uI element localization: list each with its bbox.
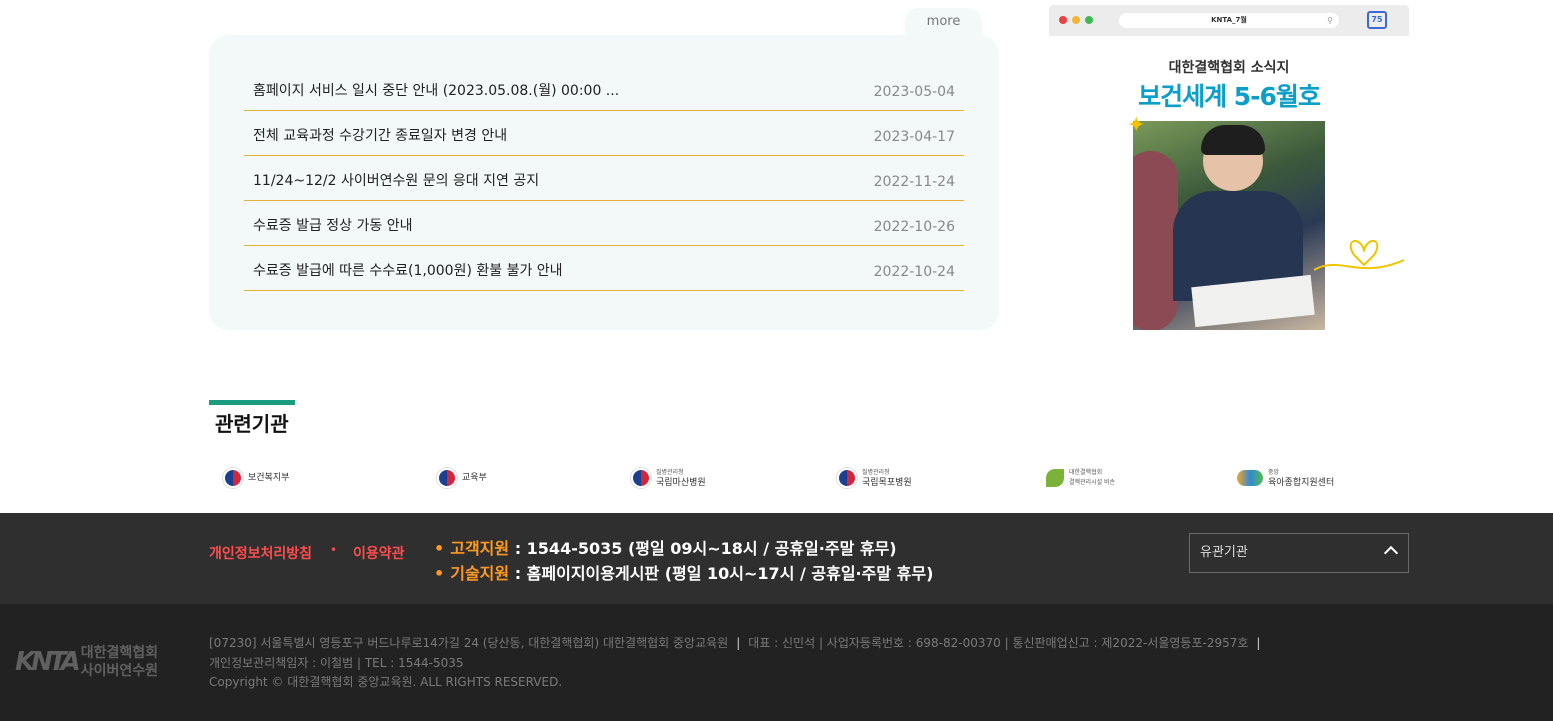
notice-title[interactable]: 전체 교육과정 수강기간 종료일자 변경 안내 [253, 125, 507, 145]
footer-copyright: Copyright © 대한결핵협회 중앙교육원. ALL RIGHTS RES… [209, 675, 563, 689]
footer-bottom: KNTA 대한결핵협회 사이버연수원 [07230] 서울특별시 영등포구 버드… [0, 604, 1553, 721]
org-name-block: 질병관리청 국립목포병원 [862, 468, 912, 488]
org-link-mohw[interactable]: 보건복지부 [223, 466, 289, 490]
footer-logo-text: 대한결핵협회 사이버연수원 [81, 644, 158, 680]
taegeuk-emblem-icon [437, 468, 457, 488]
browser-bar: KNTA_7월 ⚲ 75 [1049, 5, 1409, 36]
org-small: 중앙 [1268, 469, 1280, 476]
url-bar: KNTA_7월 ⚲ [1119, 13, 1339, 28]
related-select-label: 유관기관 [1200, 545, 1248, 560]
org-name: 국립목포병원 [862, 478, 912, 488]
search-icon: ⚲ [1327, 16, 1333, 25]
bullet: • [434, 564, 445, 583]
notice-date: 2023-04-17 [873, 129, 955, 145]
org-name: 국립마산병원 [656, 478, 706, 488]
privacy-policy-link[interactable]: 개인정보처리방침 [209, 543, 312, 563]
taegeuk-emblem-icon [223, 468, 243, 488]
footer-top: 개인정보처리방침 • 이용약관 • 고객지원 : 1544-5035 (평일 09… [0, 513, 1553, 604]
magazine-title: 보건세계 5-6월호 [1138, 82, 1321, 111]
customer-support-info: • 고객지원 : 1544-5035 (평일 09시~18시 / 공휴일·주말 휴… [434, 535, 897, 559]
footer-logo: KNTA 대한결핵협회 사이버연수원 [15, 644, 158, 680]
url-text: KNTA_7월 [1211, 16, 1247, 24]
notice-more-link[interactable]: more [905, 8, 982, 38]
notice-date: 2022-10-24 [873, 264, 955, 280]
footer-address: [07230] 서울특별시 영등포구 버드나루로14가길 24 (당산동, 대한… [209, 636, 729, 650]
logo-line1: 대한결핵협회 [80, 645, 159, 661]
footer-biz-info: 대표 : 신민석 | 사업자등록번호 : 698-82-00370 | 통신판매… [748, 636, 1249, 650]
org-link-moe[interactable]: 교육부 [437, 466, 487, 490]
magazine-banner[interactable]: KNTA_7월 ⚲ 75 대한결핵협회 소식지 보건세계 5-6월호 ✦ [1049, 5, 1409, 330]
notice-item[interactable]: 수료증 발급 정상 가동 안내 2022-10-26 [244, 201, 964, 246]
taegeuk-emblem-icon [837, 468, 857, 488]
window-dot-red-icon [1059, 16, 1067, 24]
org-small: 질병관리청 [862, 469, 890, 476]
childcare-emblem-icon [1237, 470, 1263, 486]
notice-title[interactable]: 수료증 발급에 따른 수수료(1,000원) 환불 불가 안내 [253, 260, 563, 280]
taegeuk-emblem-icon [631, 468, 651, 488]
sparkle-icon: ✦ [1127, 113, 1146, 138]
org-link-mokpo[interactable]: 질병관리청 국립목포병원 [837, 466, 912, 490]
section-accent-bar [209, 400, 295, 405]
org-link-bison[interactable]: 대한결핵협회 결핵관리시설 비손 [1046, 466, 1115, 490]
brand-logo-icon: 75 [1367, 11, 1387, 29]
notice-item[interactable]: 홈페이지 서비스 일시 중단 안내 (2023.05.08.(월) 00:00 … [244, 66, 964, 111]
notice-item[interactable]: 11/24~12/2 사이버연수원 문의 응대 지연 공지 2022-11-24 [244, 156, 964, 201]
magazine-cover-photo [1133, 121, 1325, 330]
support-text: : 1544-5035 (평일 09시~18시 / 공휴일·주말 휴무) [509, 539, 897, 558]
support-text: : 홈페이지이용게시판 (평일 10시~17시 / 공휴일·주말 휴무) [509, 564, 934, 583]
bullet: • [434, 539, 445, 558]
footer-info: [07230] 서울특별시 영등포구 버드나루로14가길 24 (당산동, 대한… [209, 634, 1268, 693]
footer-link-separator: • [330, 543, 338, 557]
support-label: 기술지원 [450, 564, 510, 583]
heart-doodle-icon [1313, 240, 1405, 271]
photo-figure-elder [1133, 151, 1178, 330]
org-link-masan[interactable]: 질병관리청 국립마산병원 [631, 466, 706, 490]
tech-support-info: • 기술지원 : 홈페이지이용게시판 (평일 10시~17시 / 공휴일·주말 휴… [434, 560, 933, 584]
org-link-childcare[interactable]: 중앙 육아종합지원센터 [1237, 466, 1334, 490]
leaf-emblem-icon [1046, 469, 1064, 487]
org-small: 대한결핵협회 [1069, 469, 1103, 476]
org-name-block: 질병관리청 국립마산병원 [656, 468, 706, 488]
footer-sep: | [1256, 636, 1261, 650]
support-label: 고객지원 [450, 539, 510, 558]
window-dot-yellow-icon [1072, 16, 1080, 24]
notice-title[interactable]: 수료증 발급 정상 가동 안내 [253, 215, 412, 235]
window-dot-green-icon [1085, 16, 1093, 24]
related-sites-select[interactable]: 유관기관 [1189, 533, 1409, 573]
notice-date: 2023-05-04 [873, 84, 955, 100]
notice-title[interactable]: 홈페이지 서비스 일시 중단 안내 (2023.05.08.(월) 00:00 … [253, 80, 619, 100]
org-small: 질병관리청 [656, 469, 684, 476]
photo-figure-hair [1201, 125, 1265, 155]
terms-link[interactable]: 이용약관 [353, 543, 405, 563]
notice-item[interactable]: 전체 교육과정 수강기간 종료일자 변경 안내 2023-04-17 [244, 111, 964, 156]
knta-logo-icon: KNTA [15, 647, 81, 677]
org-name: 결핵관리시설 비손 [1069, 479, 1116, 486]
notice-title[interactable]: 11/24~12/2 사이버연수원 문의 응대 지연 공지 [253, 170, 539, 190]
notice-list: 홈페이지 서비스 일시 중단 안내 (2023.05.08.(월) 00:00 … [244, 66, 964, 291]
footer-sep: | [736, 636, 741, 650]
magazine-subtitle: 대한결핵협회 소식지 [1168, 60, 1290, 76]
org-name: 육아종합지원센터 [1268, 478, 1335, 488]
notice-date: 2022-11-24 [873, 174, 955, 190]
related-title: 관련기관 [215, 412, 289, 436]
org-name: 보건복지부 [248, 473, 290, 483]
org-name-block: 중앙 육아종합지원센터 [1268, 468, 1334, 488]
footer-info-line1: [07230] 서울특별시 영등포구 버드나루로14가길 24 (당산동, 대한… [209, 634, 1268, 654]
footer-privacy-officer: 개인정보관리책임자 : 이철범 | TEL : 1544-5035 [209, 655, 464, 670]
logo-line2: 사이버연수원 [80, 663, 159, 679]
notice-item[interactable]: 수료증 발급에 따른 수수료(1,000원) 환불 불가 안내 2022-10-… [244, 246, 964, 291]
chevron-up-icon [1383, 545, 1399, 561]
org-name-block: 대한결핵협회 결핵관리시설 비손 [1069, 468, 1115, 488]
notice-date: 2022-10-26 [873, 219, 955, 235]
org-name: 교육부 [462, 473, 487, 483]
